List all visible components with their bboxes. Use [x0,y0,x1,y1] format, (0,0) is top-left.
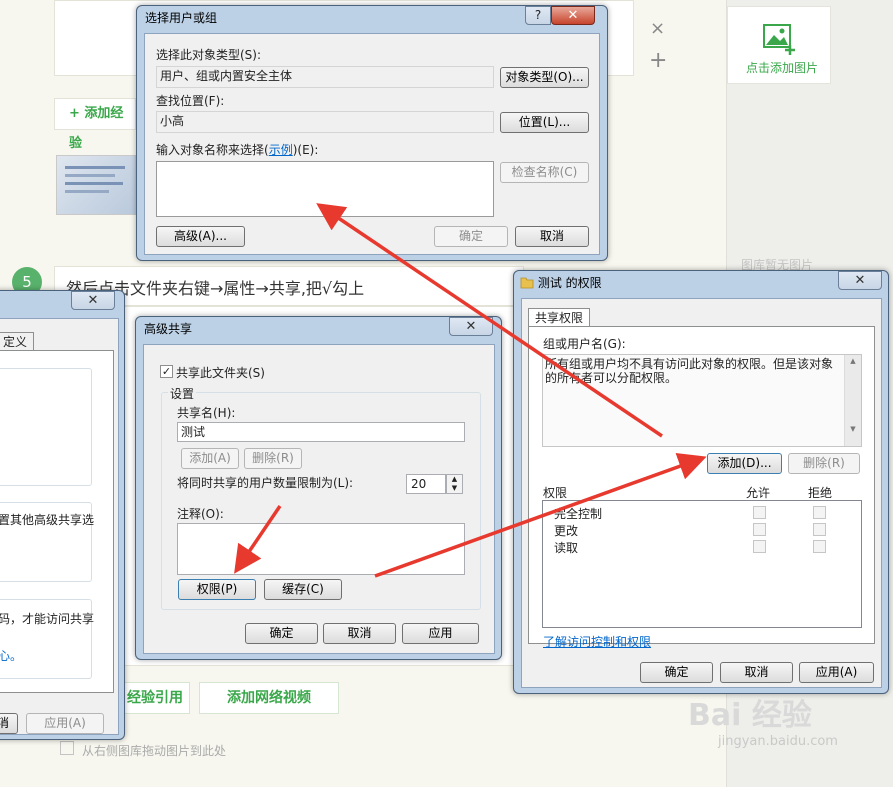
window-title: 高级共享 [144,322,193,336]
drag-hint-icon [60,741,74,755]
locations-button[interactable]: 位置(L)... [500,112,589,133]
add-image-label: 点击添加图片 [746,61,819,75]
add-share-button[interactable]: 添加(A) [181,448,239,469]
comment-label: 注释(O): [177,507,224,521]
ok-button[interactable]: 确定 [434,226,508,247]
deny-header: 拒绝 [808,486,833,500]
location-label: 查找位置(F): [156,94,225,108]
permissions-window: 测试 的权限 ✕ 共享权限 组或用户名(G): 所有组或用户均不具有访问此对象的… [513,270,889,694]
remove-user-button[interactable]: 删除(R) [788,453,860,474]
share-name-label: 共享名(H): [177,406,236,420]
cancel-button[interactable]: 消 [0,713,18,734]
enter-names-prefix: 输入对象名称来选择( [156,143,269,157]
enter-names-suffix: )(E): [292,143,319,157]
tab-customize-label: 定义 [3,335,28,349]
deny-full-control-checkbox[interactable] [813,506,826,519]
allow-read-checkbox[interactable] [753,540,766,553]
enter-names-label: 输入对象名称来选择(示例)(E): [156,141,318,158]
window-title: 测试 的权限 [537,276,602,290]
ok-button[interactable]: 确定 [640,662,713,683]
group-names-list[interactable]: 所有组或用户均不具有访问此对象的权限。但是该对象的所有者可以分配权限。 ▲ ▼ [542,354,862,447]
tab-customize[interactable]: 定义 [0,332,35,351]
add-image-icon [763,24,795,55]
select-users-body: 选择此对象类型(S): 用户、组或内置安全主体 对象类型(O)... 查找位置(… [144,33,600,255]
apply-button[interactable]: 应用(A) [799,662,874,683]
deny-change-checkbox[interactable] [813,523,826,536]
permissions-body: 共享权限 组或用户名(G): 所有组或用户均不具有访问此对象的权限。但是该对象的… [521,298,882,688]
cancel-button[interactable]: 取消 [515,226,589,247]
close-icon[interactable]: ✕ [551,6,595,25]
thumbnail-image[interactable] [56,155,136,215]
list-scrollbar[interactable]: ▲ ▼ [844,355,861,446]
add-experience-button[interactable]: + 添加经验 [54,98,136,151]
deny-read-checkbox[interactable] [813,540,826,553]
password-hint: 码，才能访问共享 [0,612,95,626]
object-type-field: 用户、组或内置安全主体 [156,66,494,88]
permissions-list: 完全控制 更改 读取 [542,500,862,628]
close-icon[interactable]: ✕ [838,271,882,290]
allow-header: 允许 [746,486,771,500]
scroll-down-icon[interactable]: ▼ [845,425,861,433]
add-reference-button[interactable]: 经验引用 [120,682,190,714]
allow-change-checkbox[interactable] [753,523,766,536]
close-step-icon[interactable]: × [650,18,665,39]
folder-icon [520,277,534,289]
tab-share-permissions[interactable]: 共享权限 [528,308,591,327]
allow-full-control-checkbox[interactable] [753,506,766,519]
close-icon[interactable]: ✕ [449,317,493,336]
user-limit-input[interactable]: 20 [406,474,446,494]
perm-row-label: 读取 [554,541,579,555]
share-folder-checkbox[interactable]: ✓ [160,365,173,378]
comment-input[interactable] [177,523,465,575]
window-titlebar: 测试 的权限 [514,271,888,297]
perm-row-label: 完全控制 [554,507,603,521]
object-names-input[interactable] [156,161,494,217]
password-hint-link[interactable]: 心。 [0,647,22,664]
examples-link[interactable]: 示例 [269,143,293,157]
help-icon[interactable]: ? [525,6,551,25]
perm-row-label: 更改 [554,524,579,538]
add-video-button[interactable]: 添加网络视频 [199,682,339,714]
group-box-1 [0,368,92,486]
settings-label: 设置 [168,385,197,402]
user-limit-label: 将同时共享的用户数量限制为(L): [177,476,354,490]
watermark-brand: Bai 经验 [688,698,812,733]
object-type-label: 选择此对象类型(S): [156,48,262,62]
select-users-window: 选择用户或组 ? ✕ 选择此对象类型(S): 用户、组或内置安全主体 对象类型(… [136,5,608,261]
add-step-icon[interactable]: + [649,48,667,73]
drag-hint: 从右侧图库拖动图片到此处 [82,744,227,758]
learn-access-control-link[interactable]: 了解访问控制和权限 [543,633,651,650]
apply-button[interactable]: 应用(A) [26,713,104,734]
check-names-button[interactable]: 检查名称(C) [500,162,589,183]
user-limit-stepper[interactable]: ▲ ▼ [446,474,463,494]
close-icon[interactable]: ✕ [71,291,115,310]
cancel-button[interactable]: 取消 [720,662,793,683]
scroll-up-icon[interactable]: ▲ [845,357,861,365]
share-name-input[interactable]: 测试 [177,422,465,442]
tab-share-permissions-label: 共享权限 [535,311,584,325]
ok-button[interactable]: 确定 [245,623,318,644]
group-names-label: 组或用户名(G): [543,337,626,351]
properties-body: 定义 置其他高级共享选 码，才能访问共享 心。 消 应用(A) [0,318,119,735]
group-names-message: 所有组或用户均不具有访问此对象的权限。但是该对象的所有者可以分配权限。 [545,357,834,385]
cancel-button[interactable]: 取消 [323,623,396,644]
caching-button[interactable]: 缓存(C) [264,579,342,600]
advanced-sharing-body: ✓ 共享此文件夹(S) 设置 共享名(H): 测试 添加(A) 删除(R) 将同… [143,344,495,654]
permissions-header: 权限 [543,486,568,500]
apply-button[interactable]: 应用 [402,623,479,644]
add-experience-label: + 添加经验 [69,106,124,151]
add-image-card[interactable]: 点击添加图片 [727,6,831,84]
folder-properties-window: ✕ 定义 置其他高级共享选 码，才能访问共享 心。 消 应用(A) [0,290,125,740]
baidu-watermark: Bai 经验 jingyan.baidu.com [688,690,888,770]
advanced-sharing-hint: 置其他高级共享选 [0,513,95,527]
add-user-button[interactable]: 添加(D)... [707,453,782,474]
remove-share-button[interactable]: 删除(R) [244,448,302,469]
advanced-sharing-window: 高级共享 ✕ ✓ 共享此文件夹(S) 设置 共享名(H): 测试 添加(A) 删… [135,316,502,660]
share-folder-label: 共享此文件夹(S) [176,366,265,380]
location-field: 小高 [156,111,494,133]
advanced-button[interactable]: 高级(A)... [156,226,245,247]
watermark-url: jingyan.baidu.com [718,734,838,749]
permissions-button[interactable]: 权限(P) [178,579,256,600]
object-types-button[interactable]: 对象类型(O)... [500,67,589,88]
